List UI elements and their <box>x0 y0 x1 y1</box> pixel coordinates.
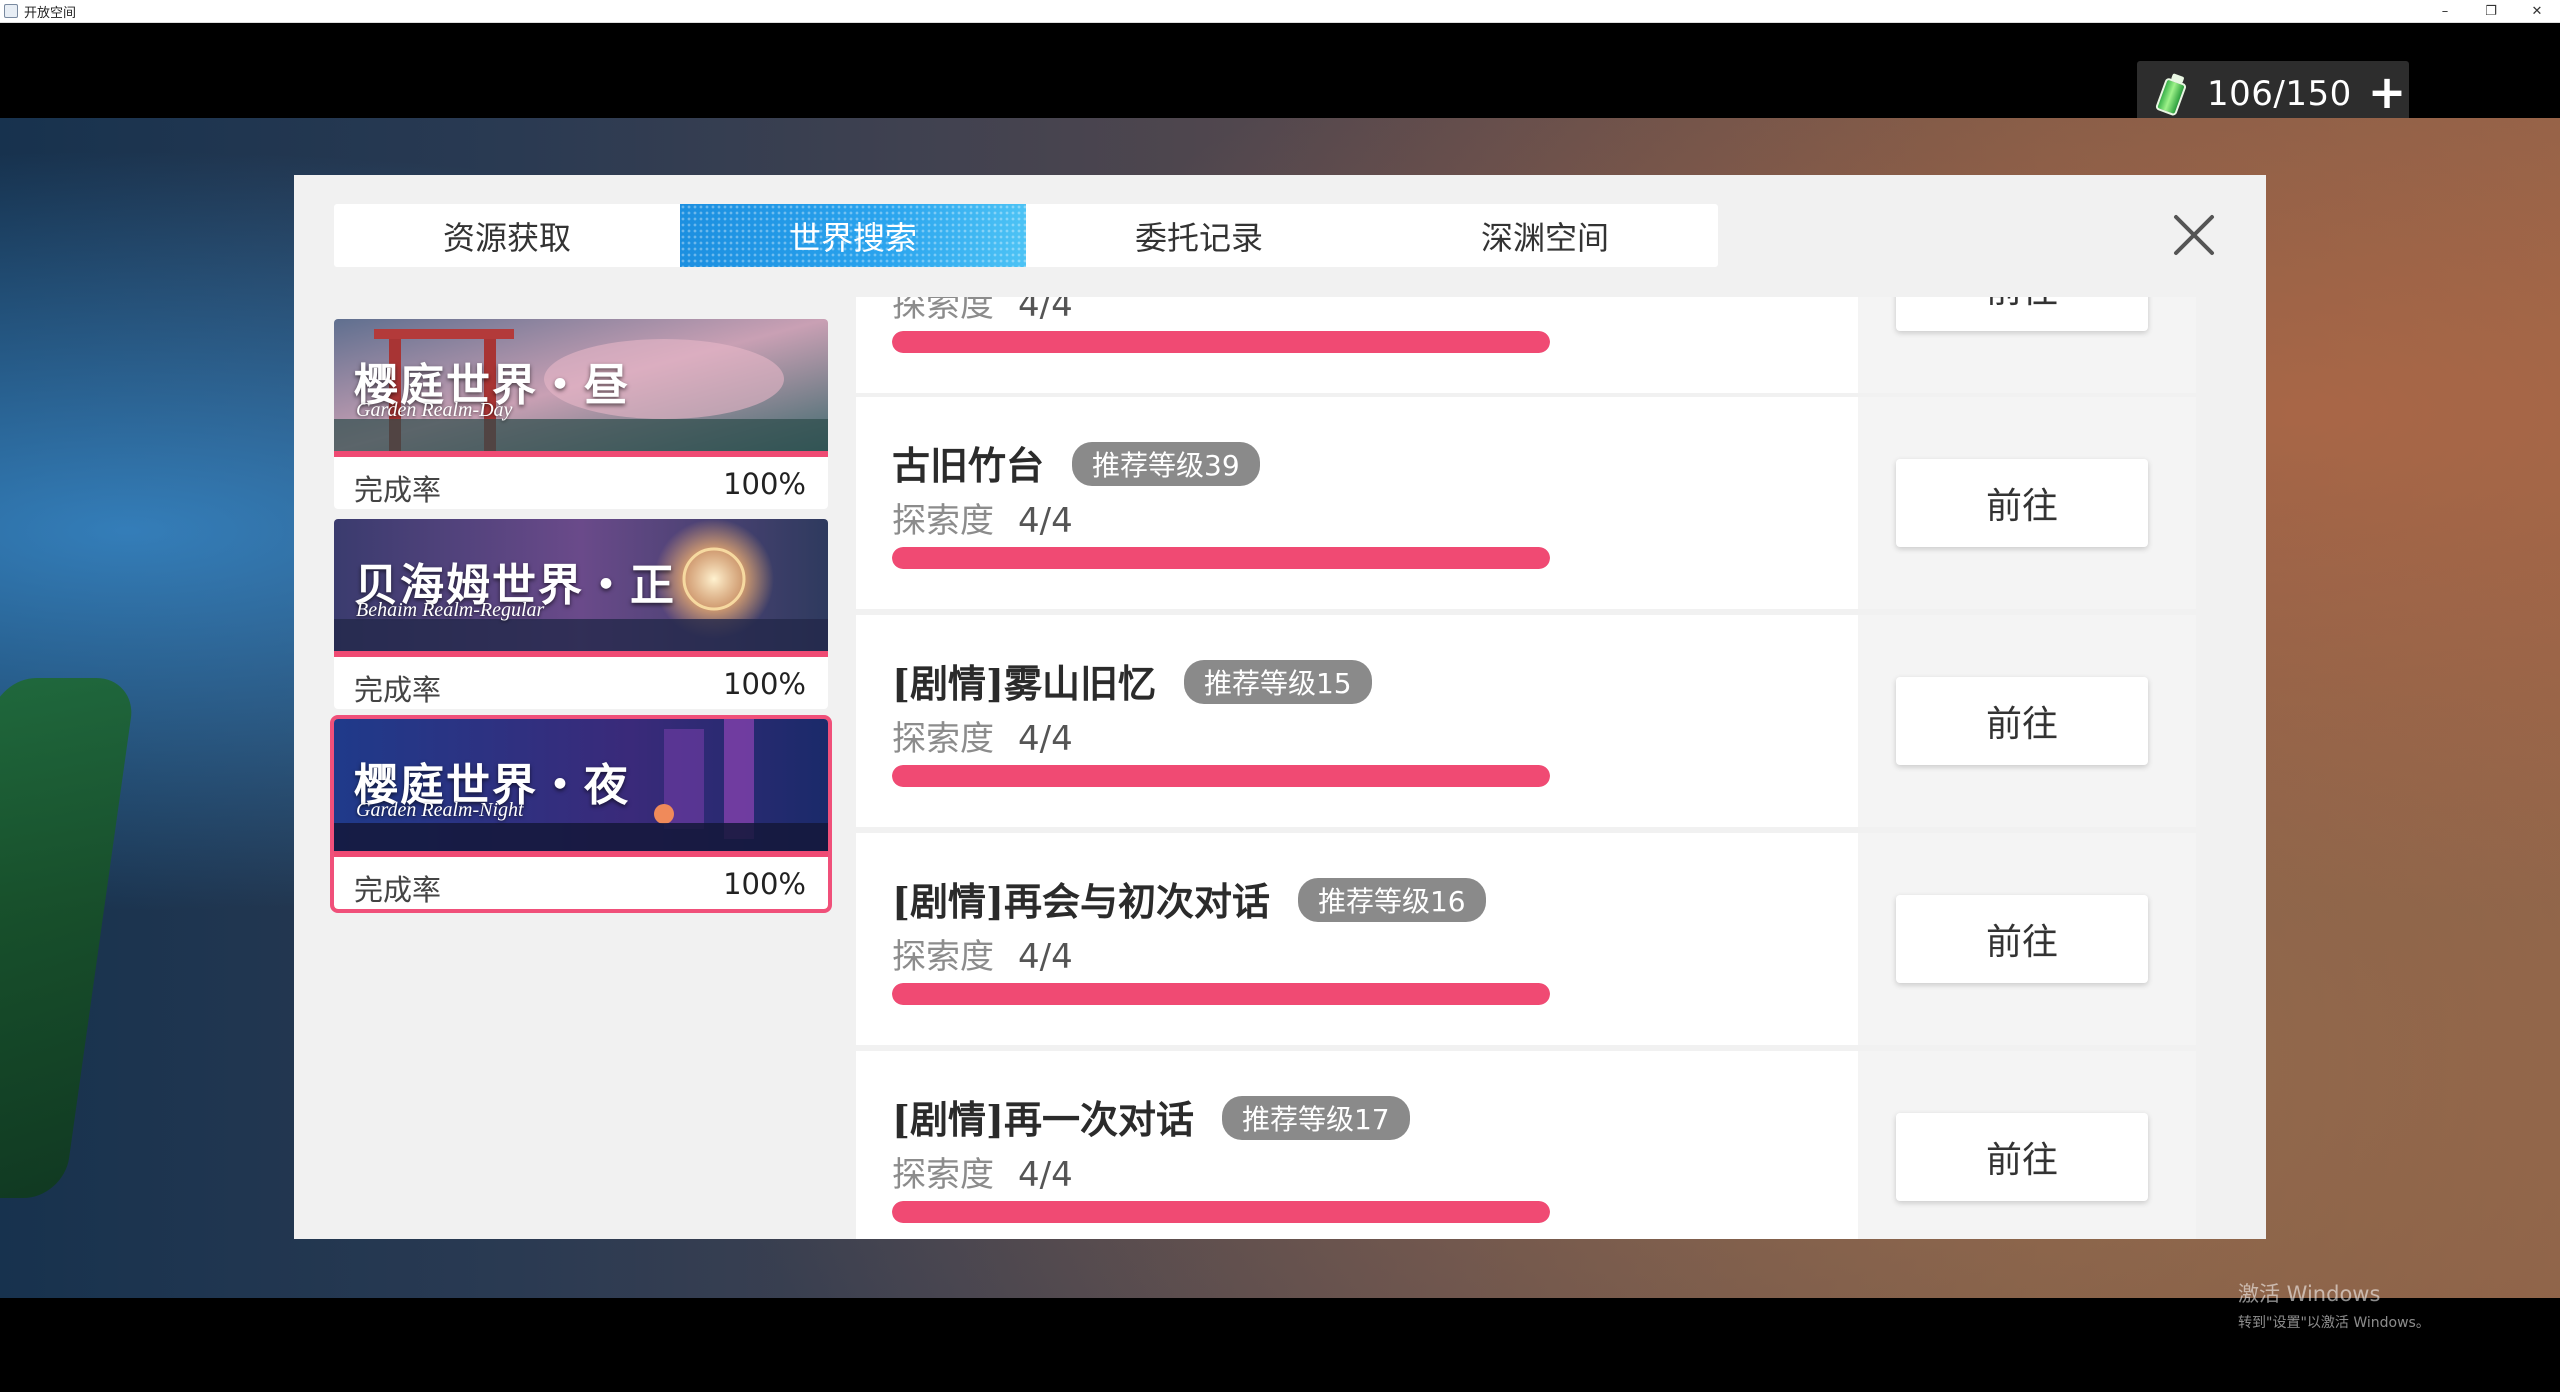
world-card-garden-day[interactable]: 樱庭世界・昼 Garden Realm-Day 完成率 100% <box>334 319 828 509</box>
completion-label: 完成率 <box>354 873 442 907</box>
add-stamina-button[interactable]: + <box>2368 69 2407 115</box>
level-badge: 推荐等级15 <box>1183 660 1372 704</box>
window-close-button[interactable]: ✕ <box>2514 0 2560 23</box>
world-subtitle: Garden Realm-Night <box>356 799 524 821</box>
world-search-dialog: 资源获取 世界搜索 委托记录 深渊空间 樱庭世界・昼 Garden Realm-… <box>294 175 2266 1239</box>
world-subtitle: Garden Realm-Day <box>356 399 513 421</box>
close-icon[interactable] <box>2168 209 2220 261</box>
go-button[interactable]: 前往 <box>1896 459 2148 547</box>
exploration-value: 4/4 <box>1018 297 1073 325</box>
quest-name: [剧情]再会与初次对话 推荐等级16 <box>892 871 1486 926</box>
minimize-button[interactable]: – <box>2422 0 2468 23</box>
completion-label: 完成率 <box>354 673 442 707</box>
quest-list[interactable]: 探索度4/4 前往 古旧竹台推荐等级39 探索度4/4 前往 <box>856 297 2266 1239</box>
battery-icon <box>2153 70 2191 117</box>
world-subtitle: Behaim Realm-Regular <box>356 599 545 621</box>
level-badge: 推荐等级16 <box>1297 878 1486 922</box>
exploration-label: 探索度 4/4 <box>892 1155 1073 1195</box>
quest-name: 古旧竹台 推荐等级39 <box>892 435 1260 490</box>
exploration-value: 4/4 <box>1018 501 1073 541</box>
exploration-label: 探索度 4/4 <box>892 297 1073 326</box>
tab-abyss[interactable]: 深渊空间 <box>1372 204 1718 267</box>
exploration-progress-bar <box>892 765 1550 787</box>
window-controls: – ❐ ✕ <box>2422 0 2560 23</box>
stamina-count: 106/150 <box>2207 73 2352 114</box>
restore-button[interactable]: ❐ <box>2468 0 2514 23</box>
list-item: 古旧竹台 推荐等级39 探索度 4/4 前往 <box>856 397 2196 609</box>
exploration-value: 4/4 <box>1018 937 1073 977</box>
list-item: [剧情]再会与初次对话 推荐等级16 探索度 4/4 前往 <box>856 833 2196 1045</box>
go-button[interactable]: 前往 <box>1896 1113 2148 1201</box>
tab-world-search[interactable]: 世界搜索 <box>680 204 1026 267</box>
go-button[interactable]: 前往 <box>1896 297 2148 331</box>
watermark-line1: 激活 Windows <box>2238 1282 2381 1306</box>
exploration-value: 4/4 <box>1018 1155 1073 1195</box>
tab-bar: 资源获取 世界搜索 委托记录 深渊空间 <box>334 204 1718 267</box>
exploration-progress-bar <box>892 331 1550 353</box>
list-item: [剧情]雾山旧忆 推荐等级15 探索度 4/4 前往 <box>856 615 2196 827</box>
go-button[interactable]: 前往 <box>1896 677 2148 765</box>
list-item: [剧情]再一次对话 推荐等级17 探索度 4/4 前往 <box>856 1051 2196 1239</box>
level-badge: 推荐等级17 <box>1221 1096 1410 1140</box>
go-button[interactable]: 前往 <box>1896 895 2148 983</box>
tab-resource[interactable]: 资源获取 <box>334 204 680 267</box>
quest-name: [剧情]雾山旧忆 推荐等级15 <box>892 653 1372 708</box>
watermark-line2: 转到"设置"以激活 Windows。 <box>2238 1315 2430 1331</box>
exploration-value: 4/4 <box>1018 719 1073 759</box>
exploration-label: 探索度 4/4 <box>892 501 1073 541</box>
completion-label: 完成率 <box>354 473 442 507</box>
completion-value: 100% <box>723 467 806 501</box>
background-foliage <box>0 678 137 1198</box>
list-item: 探索度4/4 前往 <box>856 297 2196 393</box>
world-list: 樱庭世界・昼 Garden Realm-Day 完成率 100% 贝海姆世界・正… <box>294 297 856 1239</box>
exploration-progress-bar <box>892 1201 1550 1223</box>
exploration-label: 探索度 4/4 <box>892 937 1073 977</box>
completion-value: 100% <box>723 867 806 901</box>
exploration-label: 探索度 4/4 <box>892 719 1073 759</box>
exploration-progress-bar <box>892 547 1550 569</box>
bottom-bar <box>0 1298 2560 1392</box>
world-card-garden-night[interactable]: 樱庭世界・夜 Garden Realm-Night 完成率 100% <box>330 715 832 913</box>
windows-activation-watermark: 激活 Windows 转到"设置"以激活 Windows。 <box>2238 1278 2430 1332</box>
world-card-behaim-regular[interactable]: 贝海姆世界・正 Behaim Realm-Regular 完成率 100% <box>334 519 828 709</box>
stamina-widget: 106/150 + <box>2137 61 2409 126</box>
window-title: 开放空间 <box>24 5 77 21</box>
exploration-progress-bar <box>892 983 1550 1005</box>
level-badge: 推荐等级39 <box>1072 442 1260 486</box>
window-titlebar: 开放空间 – ❐ ✕ <box>0 0 2560 23</box>
top-bar: 106/150 + <box>0 23 2560 126</box>
app-icon <box>4 4 18 18</box>
tab-commission-log[interactable]: 委托记录 <box>1026 204 1372 267</box>
completion-value: 100% <box>723 667 806 701</box>
quest-name: [剧情]再一次对话 推荐等级17 <box>892 1089 1410 1144</box>
